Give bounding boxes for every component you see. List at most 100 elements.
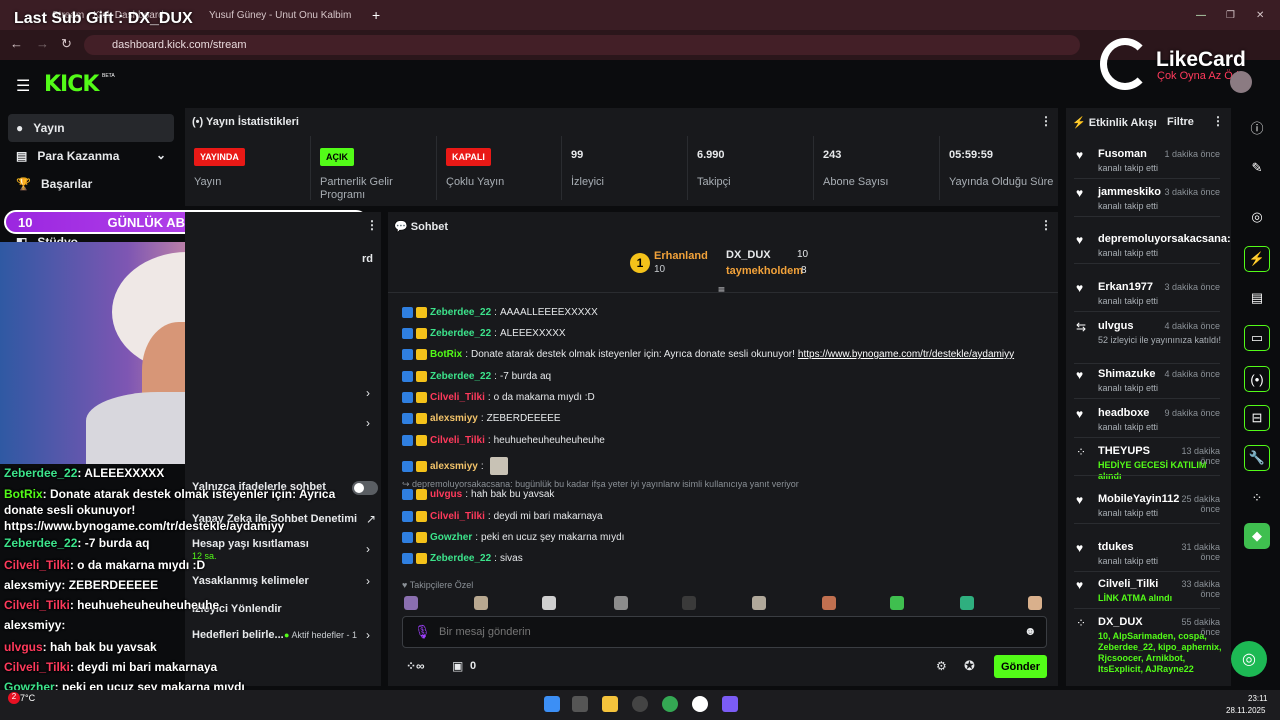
chat-menu-icon[interactable]: ⋮: [1040, 218, 1052, 232]
app-icon[interactable]: ◆: [1244, 523, 1270, 549]
overlay-username: Zeberdee_22: [4, 466, 78, 480]
emote-item[interactable]: [474, 596, 488, 610]
heart-icon: ♥: [1076, 281, 1084, 295]
close-window-icon[interactable]: ✕: [1256, 6, 1264, 24]
chat-username[interactable]: Zeberdee_22: [430, 307, 491, 318]
chat-username[interactable]: Zeberdee_22: [430, 371, 491, 382]
chevron-right-icon[interactable]: ›: [366, 628, 370, 642]
emote-item[interactable]: [822, 596, 836, 610]
chevron-right-icon[interactable]: ›: [366, 386, 370, 400]
overlay-colon: :: [42, 640, 51, 654]
emote-item[interactable]: [890, 596, 904, 610]
kick-logo[interactable]: KICK: [44, 72, 99, 97]
chevron-right-icon[interactable]: ›: [366, 416, 370, 430]
emoji-icon[interactable]: ☻: [1024, 624, 1037, 638]
sidebar-item-para-kazanma[interactable]: ▤ Para Kazanma ⌄: [8, 142, 174, 170]
g-app-icon[interactable]: [692, 696, 708, 712]
external-link-icon[interactable]: ↗: [366, 512, 376, 526]
sidebar-item-yayin[interactable]: ● Yayın: [8, 114, 174, 142]
weather-temp: 7°C: [20, 693, 36, 703]
new-tab-button[interactable]: +: [372, 6, 380, 24]
edit-icon[interactable]: ✎: [1244, 155, 1270, 181]
emote-item[interactable]: [682, 596, 696, 610]
store-icon[interactable]: ▣: [452, 659, 463, 673]
chat-username[interactable]: alexsmiyy: [430, 461, 478, 472]
chat-username[interactable]: Gowzher: [430, 532, 472, 543]
tab-youtube[interactable]: Yusuf Güney - Unut Onu Kalbim🔊✕: [204, 6, 354, 24]
chevron-right-icon[interactable]: ›: [366, 574, 370, 588]
emote-item[interactable]: [614, 596, 628, 610]
overlay-colon: :: [42, 487, 51, 501]
chat-username[interactable]: Cilveli_Tilki: [430, 511, 485, 522]
hamburger-menu-icon[interactable]: ☰: [16, 76, 30, 96]
windows-start-icon[interactable]: [544, 696, 560, 712]
leaderboard-second[interactable]: DX_DUX: [726, 249, 771, 261]
discord-icon[interactable]: [722, 696, 738, 712]
bot-icon[interactable]: ✪: [964, 658, 975, 674]
overlay-chat-message: BotRix: Donate atarak destek olmak istey…: [4, 486, 354, 534]
emote-item[interactable]: [960, 596, 974, 610]
layout-icon[interactable]: ⊟: [1244, 405, 1270, 431]
emote-item[interactable]: [1028, 596, 1042, 610]
activity-item: ⇆ ulvgus 52 izleyici ile yayınınıza katıld…: [1076, 320, 1226, 346]
back-icon[interactable]: ←: [10, 36, 23, 51]
chat-message-input[interactable]: [402, 616, 1047, 648]
emote-only-toggle[interactable]: [352, 481, 378, 495]
pinned-expand-icon[interactable]: ≡: [718, 283, 725, 297]
info-icon[interactable]: ⓘ: [1244, 114, 1270, 140]
filter-button[interactable]: Filtre: [1167, 116, 1194, 128]
channel-points-icon[interactable]: ⁘∞: [406, 659, 425, 673]
banned-words-label[interactable]: Yasaklanmış kelimeler: [192, 575, 309, 587]
camera-icon[interactable]: ◎: [1244, 204, 1270, 230]
badge-icon: [416, 460, 427, 472]
overlay-text: o da makarna mıydı :D: [77, 558, 206, 572]
obs-icon[interactable]: [632, 696, 648, 712]
document-icon[interactable]: ▤: [1244, 285, 1270, 311]
activity-time: 3 dakika önce: [1164, 187, 1220, 197]
emote-item[interactable]: [542, 596, 556, 610]
sidebar-item-basarilar[interactable]: 🏆 Başarılar: [8, 170, 174, 198]
chat-username[interactable]: alexsmiyy: [430, 413, 478, 424]
chevron-right-icon[interactable]: ›: [366, 542, 370, 556]
chrome-icon[interactable]: [662, 696, 678, 712]
avatar[interactable]: [1230, 71, 1252, 93]
task-view-icon[interactable]: [572, 696, 588, 712]
maximize-icon[interactable]: ❐: [1226, 6, 1235, 24]
activity-menu-icon[interactable]: ⋮: [1212, 114, 1224, 128]
support-chat-icon[interactable]: ◎: [1231, 641, 1267, 677]
stats-menu-icon[interactable]: ⋮: [1040, 114, 1052, 128]
chat-username[interactable]: Cilveli_Tilki: [430, 435, 485, 446]
chat-username[interactable]: BotRix: [430, 349, 462, 360]
account-age-label[interactable]: Hesap yaşı kısıtlaması: [192, 538, 309, 550]
activity-title: ⚡ Etkinlik Akışı: [1072, 117, 1157, 129]
leaderboard-third[interactable]: taymekholdem: [726, 265, 803, 277]
chat-link[interactable]: https://www.bynogame.com/tr/destekle/ayd…: [798, 349, 1014, 360]
chat-username[interactable]: ulvgus: [430, 489, 462, 500]
forward-icon[interactable]: →: [36, 36, 49, 51]
send-button[interactable]: Gönder: [994, 655, 1047, 678]
microphone-icon[interactable]: 🎙: [414, 624, 431, 640]
activity-name[interactable]: depremoluyorsakacsana:: [1098, 233, 1231, 245]
divider: [436, 136, 437, 200]
points-icon[interactable]: ⁘: [1244, 485, 1270, 511]
activity-item: ♥ depremoluyorsakacsana: kanalı takip etti: [1076, 233, 1231, 259]
chat-icon[interactable]: ▭: [1244, 325, 1270, 351]
url-field[interactable]: dashboard.kick.com/stream: [84, 35, 1080, 55]
tools-icon[interactable]: 🔧: [1244, 445, 1270, 471]
settings-menu-icon[interactable]: ⋮: [366, 218, 378, 232]
chat-settings-icon[interactable]: ⚙: [936, 659, 947, 673]
chat-username[interactable]: Zeberdee_22: [430, 328, 491, 339]
goals-label[interactable]: Hedefleri belirle...: [192, 629, 284, 641]
quick-actions-icon[interactable]: ⚡: [1244, 246, 1270, 272]
chat-username[interactable]: Cilveli_Tilki: [430, 392, 485, 403]
minimize-icon[interactable]: —: [1196, 6, 1206, 24]
emote-item[interactable]: [752, 596, 766, 610]
broadcast-icon[interactable]: (•): [1244, 366, 1270, 392]
heart-icon: ♥: [1076, 493, 1084, 507]
chat-username[interactable]: Zeberdee_22: [430, 553, 491, 564]
emote-item[interactable]: [404, 596, 418, 610]
leaderboard-first[interactable]: Erhanland: [654, 250, 708, 262]
file-explorer-icon[interactable]: [602, 696, 618, 712]
activity-detail: kanalı takip etti: [1098, 201, 1159, 211]
reload-icon[interactable]: ↻: [61, 36, 72, 52]
